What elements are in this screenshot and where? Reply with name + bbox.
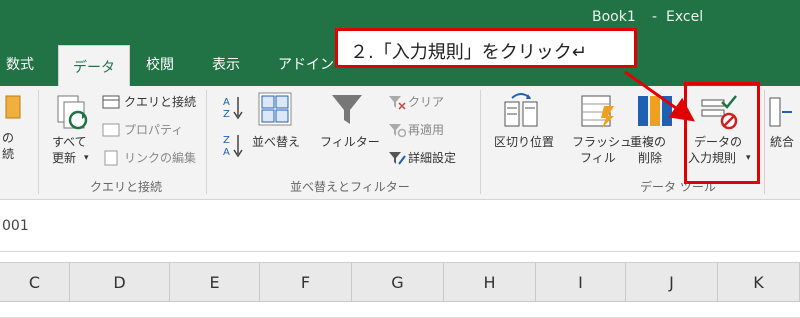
annotation-callout: ２.「入力規則」をクリック↵ bbox=[335, 28, 637, 68]
data-validation-highlight bbox=[684, 82, 760, 184]
